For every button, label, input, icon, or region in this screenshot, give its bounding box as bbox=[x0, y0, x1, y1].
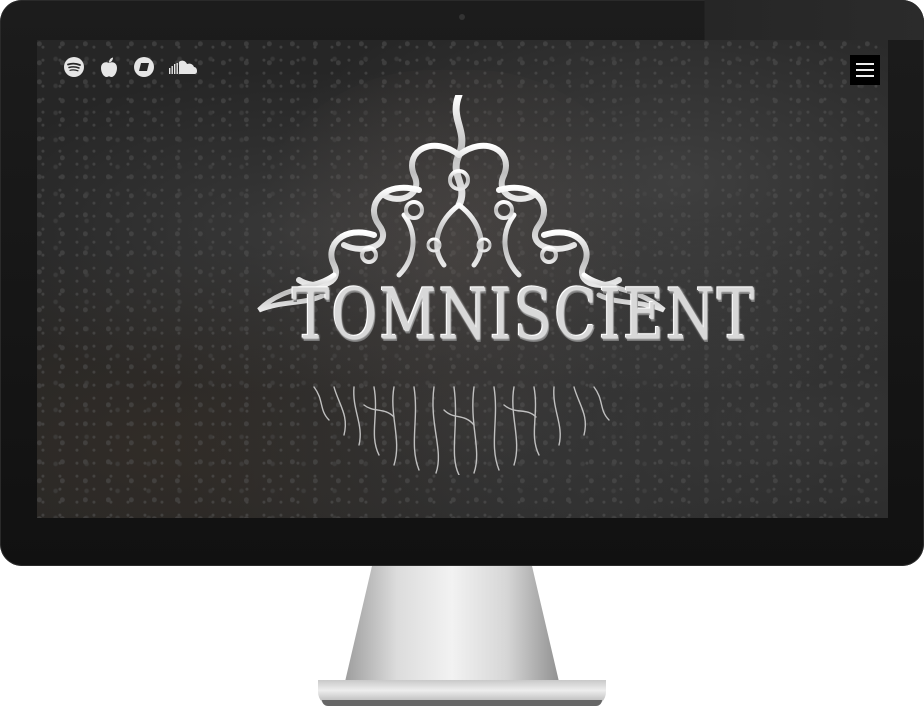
camera-dot bbox=[459, 14, 465, 20]
monitor-stand-base-edge bbox=[322, 700, 602, 706]
logo-wordmark: TOMNISCIENT bbox=[292, 274, 757, 357]
bezel-glare bbox=[692, 0, 924, 40]
website-screen: TOMNISCIENT bbox=[37, 40, 888, 518]
band-logo[interactable]: TOMNISCIENT bbox=[254, 91, 757, 476]
spotify-icon[interactable] bbox=[63, 56, 85, 82]
bandcamp-icon[interactable] bbox=[133, 56, 155, 82]
hamburger-menu-icon[interactable] bbox=[850, 55, 880, 85]
social-links bbox=[63, 56, 197, 82]
soundcloud-icon[interactable] bbox=[169, 59, 197, 79]
monitor-bezel: TOMNISCIENT bbox=[0, 0, 924, 566]
monitor-stand-neck bbox=[344, 566, 560, 686]
apple-icon[interactable] bbox=[99, 56, 119, 82]
